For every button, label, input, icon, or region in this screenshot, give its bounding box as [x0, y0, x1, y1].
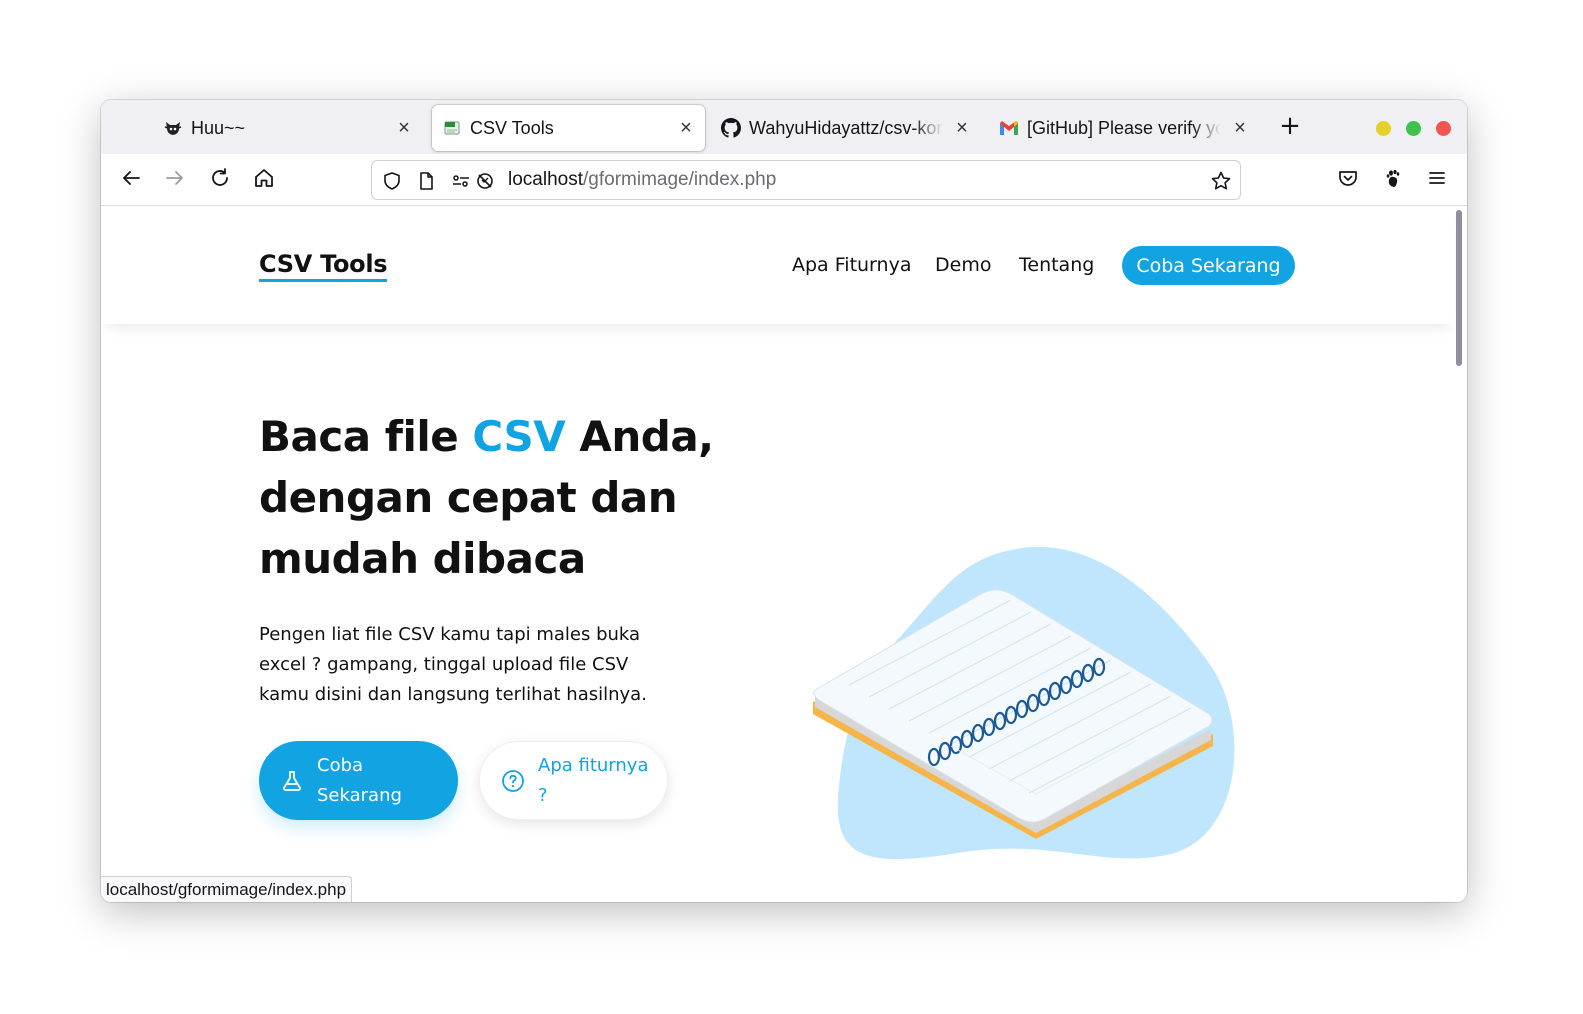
shield-icon[interactable]: [381, 170, 403, 192]
page-icon[interactable]: [415, 170, 437, 192]
star-bookmark-icon[interactable]: [1210, 170, 1232, 192]
header-cta-button[interactable]: Coba Sekarang: [1122, 246, 1295, 285]
close-window-button[interactable]: [1436, 121, 1451, 136]
url-host: localhost: [508, 169, 583, 190]
tab-label: WahyuHidayattz/csv-konverter: [749, 117, 943, 138]
status-bar-url: localhost/gformimage/index.php: [101, 876, 353, 902]
try-now-label: Coba Sekarang: [317, 754, 402, 806]
tab-csv-tools[interactable]: CSV Tools ×: [432, 105, 705, 151]
tab-strip: Huu~~ × CSV Tools × WahyuHidayattz/csv-k…: [101, 100, 1467, 154]
site-brand-link[interactable]: CSV Tools: [259, 250, 388, 282]
try-now-button[interactable]: Coba Sekarang: [259, 741, 458, 820]
hero-title-strong: dibaca: [432, 534, 587, 583]
tab-label: Huu~~: [191, 117, 246, 138]
new-tab-button[interactable]: +: [1277, 113, 1303, 140]
tab-label: CSV Tools: [470, 117, 554, 138]
github-icon: [721, 118, 741, 138]
features-label: Apa fiturnya ?: [538, 754, 649, 806]
tab-gmail[interactable]: [GitHub] Please verify your device ×: [989, 105, 1259, 151]
hero-title: Baca file CSV Anda, dengan cepat dan mud…: [259, 406, 729, 589]
home-icon: [253, 167, 275, 193]
pocket-icon: [1337, 167, 1359, 193]
tab-close-icon[interactable]: ×: [951, 117, 973, 139]
gnome-foot-icon: [1382, 167, 1404, 193]
app-menu-button[interactable]: [1423, 166, 1451, 194]
arrow-left-icon: [120, 167, 142, 193]
url-text: localhost/gformimage/index.php: [508, 169, 776, 191]
navigation-toolbar: localhost/gformimage/index.php: [101, 154, 1467, 206]
browser-window: Huu~~ × CSV Tools × WahyuHidayattz/csv-k…: [101, 100, 1467, 902]
tracking-blocked-icon[interactable]: [474, 170, 496, 192]
url-path: /gformimage/index.php: [583, 169, 777, 190]
arrow-right-icon: [164, 167, 186, 193]
page-scrollbar[interactable]: [1456, 210, 1462, 366]
flask-icon: [279, 768, 305, 794]
pocket-button[interactable]: [1334, 166, 1362, 194]
tab-label: [GitHub] Please verify your device: [1027, 117, 1221, 138]
nav-link-demo[interactable]: Demo: [935, 254, 991, 276]
extension-button[interactable]: [1379, 166, 1407, 194]
home-button[interactable]: [250, 166, 278, 194]
hamburger-menu-icon: [1426, 167, 1448, 193]
nav-link-tentang[interactable]: Tentang: [1019, 254, 1094, 276]
nav-link-fitur[interactable]: Apa Fiturnya: [792, 254, 911, 276]
back-button[interactable]: [117, 166, 145, 194]
features-button[interactable]: Apa fiturnya ?: [479, 741, 668, 820]
csv-file-icon: [442, 118, 462, 138]
permissions-icon[interactable]: [450, 170, 472, 192]
notebook-illustration: [801, 536, 1251, 866]
hero-title-part1: Baca file: [259, 412, 473, 461]
url-bar[interactable]: localhost/gformimage/index.php: [371, 160, 1241, 200]
forward-button[interactable]: [161, 166, 189, 194]
maximize-button[interactable]: [1406, 121, 1421, 136]
hero-title-accent: CSV: [472, 412, 566, 461]
reload-button[interactable]: [206, 166, 234, 194]
question-circle-icon: [500, 768, 526, 794]
gmail-icon: [999, 118, 1019, 138]
tab-close-icon[interactable]: ×: [675, 117, 697, 139]
site-header: CSV Tools Apa Fiturnya Demo Tentang Coba…: [101, 206, 1455, 324]
tab-huu[interactable]: Huu~~ ×: [153, 105, 423, 151]
ninja-cat-icon: [163, 118, 183, 138]
tab-close-icon[interactable]: ×: [1229, 117, 1251, 139]
tab-github-repo[interactable]: WahyuHidayattz/csv-konverter ×: [711, 105, 981, 151]
tab-close-icon[interactable]: ×: [393, 117, 415, 139]
minimize-button[interactable]: [1376, 121, 1391, 136]
reload-icon: [209, 167, 231, 193]
web-page: CSV Tools Apa Fiturnya Demo Tentang Coba…: [101, 206, 1467, 902]
hero-description: Pengen liat file CSV kamu tapi males buk…: [259, 624, 647, 705]
